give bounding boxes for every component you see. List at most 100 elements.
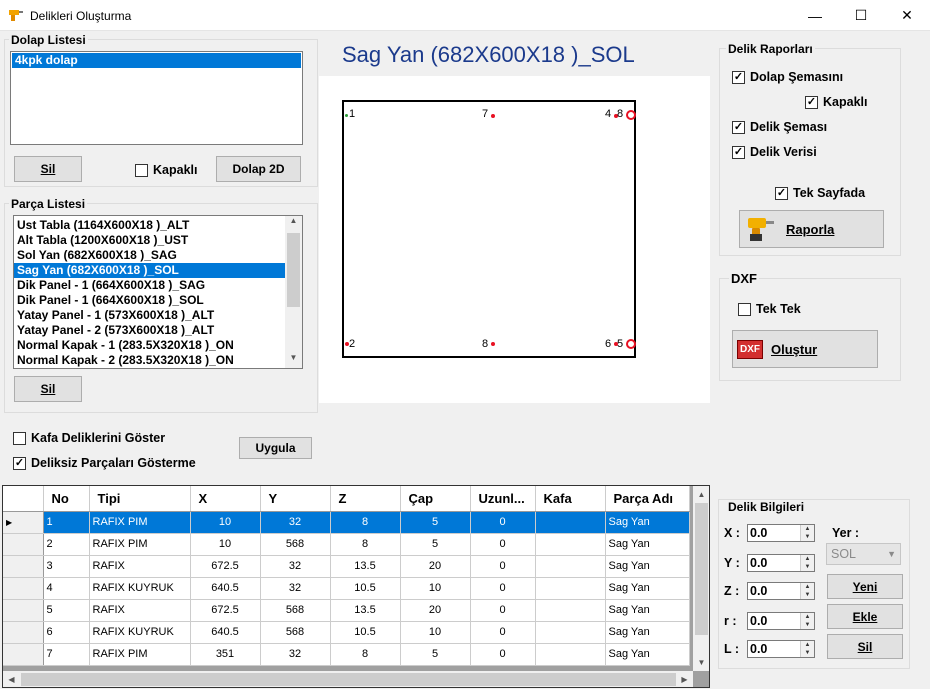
scroll-thumb[interactable] — [21, 673, 676, 686]
row-header[interactable]: ▶ — [3, 511, 44, 534]
table-cell[interactable]: 568 — [260, 533, 331, 556]
check-icon[interactable]: ✓ — [732, 70, 745, 84]
table-cell[interactable]: RAFIX PIM — [89, 533, 191, 556]
grid-vscroll[interactable]: ▲ ▼ — [693, 486, 709, 671]
table-cell[interactable]: 10 — [190, 511, 261, 534]
yer-select[interactable]: SOL ▼ — [826, 543, 901, 565]
delik-verisi-checkbox[interactable]: ✓ Delik Verisi — [732, 145, 817, 159]
table-cell[interactable]: 0 — [470, 621, 536, 644]
delik-semasi-checkbox[interactable]: ✓ Delik Şeması — [732, 120, 827, 134]
scroll-thumb[interactable] — [287, 233, 300, 307]
table-cell[interactable]: 672.5 — [190, 599, 261, 622]
dolap-semasi-checkbox[interactable]: ✓ Dolap Şemasını — [732, 70, 843, 84]
table-cell[interactable] — [535, 621, 606, 644]
table-cell[interactable]: 568 — [260, 599, 331, 622]
table-cell[interactable]: 5 — [43, 599, 90, 622]
table-cell[interactable] — [535, 577, 606, 600]
check-icon[interactable]: ✓ — [775, 186, 788, 200]
table-cell[interactable]: 0 — [470, 511, 536, 534]
r-spinner[interactable]: 0.0 ▲ ▼ — [747, 612, 815, 630]
parca-list-item[interactable]: Sol Yan (682X600X18 )_SAG — [14, 248, 286, 263]
z-value[interactable]: 0.0 — [748, 583, 800, 599]
table-cell[interactable]: 10 — [400, 577, 471, 600]
table-cell[interactable]: 4 — [43, 577, 90, 600]
kafa-checkbox[interactable]: Kafa Deliklerini Göster — [13, 431, 165, 445]
table-cell[interactable]: Sag Yan — [605, 533, 690, 556]
parca-list-item-selected[interactable]: Sag Yan (682X600X18 )_SOL — [14, 263, 286, 278]
table-cell[interactable]: RAFIX KUYRUK — [89, 577, 191, 600]
row-header[interactable] — [3, 533, 44, 556]
tek-tek-checkbox[interactable]: Tek Tek — [738, 302, 801, 316]
x-spinner[interactable]: 0.0 ▲ ▼ — [747, 524, 815, 542]
table-cell[interactable]: Sag Yan — [605, 577, 690, 600]
z-spinner[interactable]: 0.0 ▲ ▼ — [747, 582, 815, 600]
row-header[interactable] — [3, 599, 44, 622]
checkbox-box[interactable] — [13, 431, 26, 445]
dolap-sil-button[interactable]: Sil — [14, 156, 82, 182]
table-cell[interactable]: 640.5 — [190, 621, 261, 644]
col-header[interactable]: Z — [330, 486, 401, 512]
dolap-list-item[interactable]: 4kpk dolap — [12, 53, 301, 68]
table-cell[interactable] — [535, 511, 606, 534]
table-cell[interactable]: 0 — [470, 599, 536, 622]
table-cell[interactable]: 10 — [400, 621, 471, 644]
col-header[interactable]: Çap — [400, 486, 471, 512]
dolap-2d-button[interactable]: Dolap 2D — [216, 156, 301, 182]
table-cell[interactable]: RAFIX PIM — [89, 511, 191, 534]
l-spinner[interactable]: 0.0 ▲ ▼ — [747, 640, 815, 658]
parca-list-item[interactable]: Ust Tabla (1164X600X18 )_ALT — [14, 218, 286, 233]
table-cell[interactable]: 568 — [260, 621, 331, 644]
table-cell[interactable]: Sag Yan — [605, 555, 690, 578]
table-cell[interactable]: 0 — [470, 643, 536, 666]
deliksiz-checkbox[interactable]: ✓ Deliksiz Parçaları Gösterme — [13, 456, 196, 470]
table-cell[interactable]: 8 — [330, 643, 401, 666]
olustur-button[interactable]: DXF Oluştur — [732, 330, 878, 368]
scroll-down-icon[interactable]: ▼ — [693, 654, 709, 671]
rapor-kapakli-checkbox[interactable]: ✓ Kapaklı — [805, 95, 867, 109]
check-icon[interactable]: ✓ — [13, 456, 26, 470]
checkbox-box[interactable] — [738, 302, 751, 316]
parca-listbox[interactable]: Ust Tabla (1164X600X18 )_ALT Alt Tabla (… — [13, 215, 303, 369]
holes-table[interactable]: No Tipi X Y Z Çap Uzunl... Kafa Parça Ad… — [2, 485, 710, 688]
scroll-down-icon[interactable]: ▼ — [285, 353, 302, 368]
table-cell[interactable]: 32 — [260, 511, 331, 534]
table-row[interactable]: 3 RAFIX 672.5 32 13.5 20 0 Sag Yan — [3, 555, 690, 578]
table-cell[interactable]: 20 — [400, 599, 471, 622]
table-cell[interactable]: 6 — [43, 621, 90, 644]
y-value[interactable]: 0.0 — [748, 555, 800, 571]
parca-list-item[interactable]: Alt Tabla (1200X600X18 )_UST — [14, 233, 286, 248]
spinner-arrows-icon[interactable]: ▲ ▼ — [800, 555, 814, 571]
table-cell[interactable]: 8 — [330, 533, 401, 556]
parca-list-item[interactable]: Normal Kapak - 2 (283.5X320X18 )_ON — [14, 353, 286, 368]
check-icon[interactable]: ✓ — [732, 145, 745, 159]
table-cell[interactable]: Sag Yan — [605, 599, 690, 622]
dolap-listbox[interactable]: 4kpk dolap — [10, 51, 303, 145]
table-cell[interactable]: 10 — [190, 533, 261, 556]
col-header[interactable]: Y — [260, 486, 331, 512]
x-value[interactable]: 0.0 — [748, 525, 800, 541]
table-cell[interactable]: 7 — [43, 643, 90, 666]
spinner-arrows-icon[interactable]: ▲ ▼ — [800, 525, 814, 541]
table-cell[interactable]: 640.5 — [190, 577, 261, 600]
minimize-button[interactable]: — — [792, 0, 838, 31]
col-header[interactable]: No — [43, 486, 90, 512]
grid-hscroll[interactable]: ◀ ▶ — [3, 671, 693, 687]
table-cell[interactable]: Sag Yan — [605, 511, 690, 534]
table-cell[interactable]: 20 — [400, 555, 471, 578]
table-cell[interactable]: RAFIX PIM — [89, 643, 191, 666]
dolap-kapakli-checkbox[interactable]: Kapaklı — [135, 163, 197, 177]
parca-scrollbar[interactable]: ▲ ▼ — [285, 216, 302, 368]
table-row[interactable]: 6 RAFIX KUYRUK 640.5 568 10.5 10 0 Sag Yan — [3, 621, 690, 644]
scroll-up-icon[interactable]: ▲ — [693, 486, 709, 503]
row-header[interactable] — [3, 555, 44, 578]
table-cell[interactable] — [535, 533, 606, 556]
table-cell[interactable]: 32 — [260, 643, 331, 666]
table-cell[interactable]: 10.5 — [330, 577, 401, 600]
parca-list-item[interactable]: Normal Kapak - 1 (283.5X320X18 )_ON — [14, 338, 286, 353]
parca-list-item[interactable]: Yatay Panel - 2 (573X600X18 )_ALT — [14, 323, 286, 338]
uygula-button[interactable]: Uygula — [239, 437, 312, 459]
table-cell[interactable]: 5 — [400, 511, 471, 534]
spinner-arrows-icon[interactable]: ▲ ▼ — [800, 613, 814, 629]
tek-sayfada-checkbox[interactable]: ✓ Tek Sayfada — [775, 186, 865, 200]
parca-sil-button[interactable]: Sil — [14, 376, 82, 402]
